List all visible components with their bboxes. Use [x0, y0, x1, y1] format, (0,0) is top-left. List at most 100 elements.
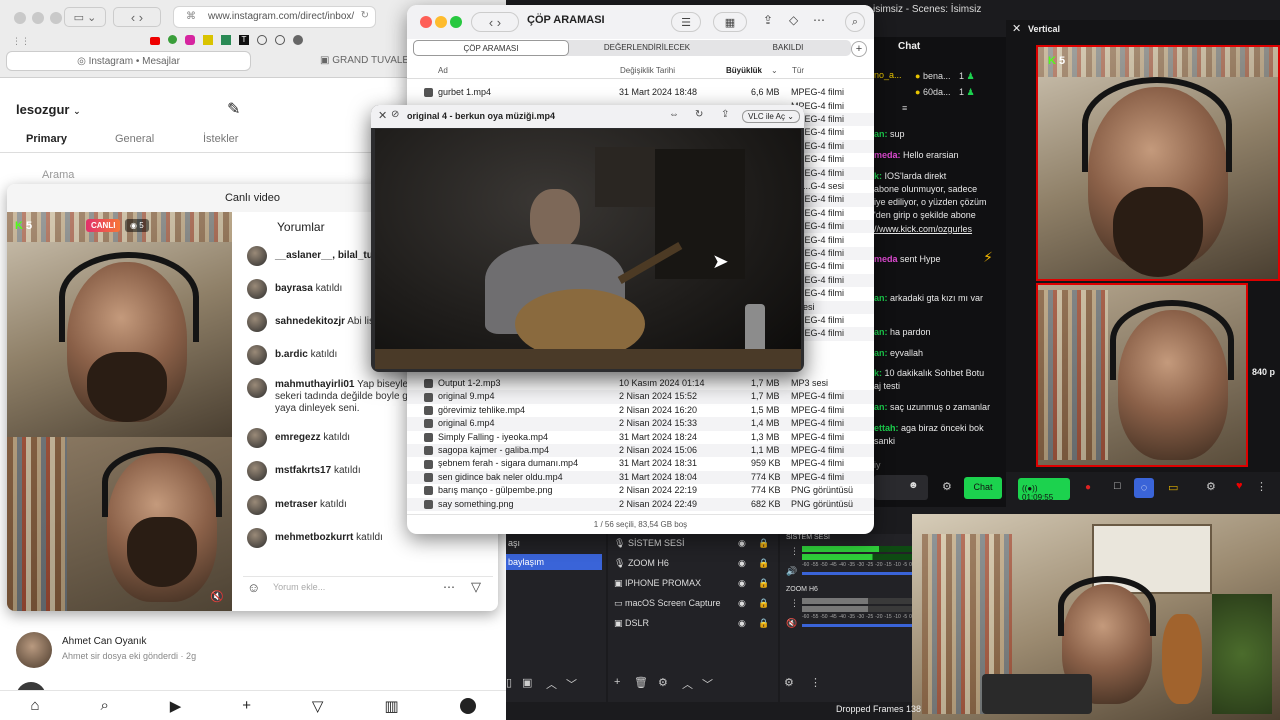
source-item[interactable]: ▭ macOS Screen Capture ◉ 🔒 — [614, 598, 774, 609]
col-name-header[interactable]: Ad — [438, 66, 448, 75]
lock-icon[interactable]: 🔒 — [758, 578, 769, 589]
record-icon[interactable]: ● — [1085, 482, 1091, 493]
drop-favicon-icon[interactable] — [168, 35, 177, 44]
emoji-icon[interactable]: ☺ — [247, 580, 260, 595]
create-icon[interactable]: + — [242, 697, 251, 714]
chat-msg-user[interactable]: k: — [874, 171, 882, 181]
stop-icon[interactable]: □ — [1114, 480, 1121, 492]
source-item[interactable]: 🎙 SİSTEM SESİ ◉ 🔒 — [614, 538, 774, 549]
zoom-window-button[interactable] — [50, 12, 62, 24]
avatar[interactable] — [247, 428, 267, 448]
chat-msg-user[interactable]: an: — [874, 402, 888, 412]
grid-apps-icon[interactable]: ⋮⋮ — [12, 36, 30, 47]
move-up-icon[interactable]: ︿ — [546, 676, 557, 692]
instagram-favicon-icon[interactable] — [185, 35, 195, 45]
muted-speaker-icon[interactable]: 🔇 — [786, 618, 797, 629]
avatar[interactable] — [247, 246, 267, 266]
extension-favicon-icon[interactable] — [293, 35, 303, 45]
address-bar[interactable]: ⌘ www.instagram.com/direct/inbox/ ↻ — [173, 6, 376, 28]
col-kind-header[interactable]: Tür — [792, 66, 804, 75]
new-message-icon[interactable]: ✎ — [227, 99, 240, 119]
file-row[interactable]: say something.png 2 Nisan 2024 22:49 682 K… — [407, 497, 874, 511]
send-icon[interactable]: ▽ — [471, 579, 481, 595]
chat-link[interactable]: //www.kick.com/ozgurles — [874, 224, 972, 234]
lock-icon[interactable]: 🔒 — [758, 618, 769, 629]
minimize-window-button[interactable] — [32, 12, 44, 24]
lock-icon[interactable]: 🔒 — [758, 538, 769, 549]
close-window-button[interactable] — [14, 12, 26, 24]
eye-icon[interactable]: ◉ — [738, 558, 746, 569]
avatar[interactable] — [247, 461, 267, 481]
chat-input[interactable]: ☻ — [874, 475, 928, 500]
open-with-vlc-button[interactable]: VLC ile Aç ⌄ — [742, 110, 800, 123]
video-frame[interactable]: ➤ — [375, 129, 801, 369]
search-icon[interactable]: ⌕ — [100, 697, 108, 714]
chat-msg-user[interactable]: an: — [874, 293, 888, 303]
tab-general[interactable]: General — [115, 133, 154, 145]
group-icon[interactable]: ▦ — [713, 12, 747, 32]
comment-user[interactable]: emregezz — [275, 432, 321, 443]
pause-icon[interactable]: ⊘ — [391, 109, 399, 120]
comment-user[interactable]: mehmetbozkurrt — [275, 532, 353, 543]
tab-instagram[interactable]: ◎ Instagram • Mesajlar — [6, 51, 251, 71]
scene-item-selected[interactable]: baylaşım — [506, 554, 602, 570]
site-settings-icon[interactable]: ⌘ — [186, 11, 196, 22]
avatar[interactable] — [247, 495, 267, 515]
eye-icon[interactable]: ◉ — [738, 578, 746, 589]
profile-avatar-icon[interactable] — [459, 697, 476, 714]
source-item[interactable]: 🎙 ZOOM H6 ◉ 🔒 — [614, 558, 774, 569]
file-row[interactable]: Simply Falling - iyeoka.mp4 31 Mart 2024 … — [407, 431, 874, 444]
more-options-icon[interactable]: ⋯ — [443, 580, 455, 594]
file-row[interactable]: Output 1-2.mp3 10 Kasım 2024 01:14 1,7 MB M… — [407, 377, 874, 390]
close-icon[interactable]: ✕ — [1012, 22, 1021, 35]
chat-msg-user[interactable]: meda: — [874, 150, 901, 160]
t-favicon-icon[interactable]: T — [239, 35, 249, 45]
list-view-icon[interactable]: ☰ — [671, 12, 701, 32]
eye-icon[interactable]: ◉ — [738, 598, 746, 609]
zoom-window-button[interactable] — [450, 16, 462, 28]
lock-icon[interactable]: 🔒 — [758, 598, 769, 609]
chat-send-button[interactable]: Chat — [964, 477, 1002, 499]
share-icon[interactable]: ⇪ — [721, 109, 729, 120]
col-size-header[interactable]: Büyüklük — [726, 66, 762, 75]
delete-icon[interactable]: 🗑 — [634, 676, 648, 689]
reels-icon[interactable]: ▶ — [170, 697, 182, 715]
comment-user[interactable]: bayrasa — [275, 283, 313, 294]
gear-icon[interactable]: ⚙ — [658, 676, 668, 689]
tab-requests[interactable]: İstekler — [203, 133, 238, 145]
avatar[interactable] — [16, 632, 52, 668]
move-up-icon[interactable]: ︿ — [682, 676, 693, 692]
reload-icon[interactable]: ↻ — [361, 10, 369, 21]
chat-msg-user[interactable]: an: — [874, 129, 888, 139]
chat-msg-user[interactable]: ettah: — [874, 423, 899, 433]
drag-handle-icon[interactable]: ≡ — [902, 103, 907, 113]
more-icon[interactable]: ⋮ — [790, 598, 799, 609]
chat-msg-user[interactable]: an: — [874, 348, 888, 358]
avatar[interactable] — [247, 378, 267, 398]
globe-favicon-icon[interactable] — [257, 35, 267, 45]
more-icon[interactable]: ⋮ — [1256, 480, 1267, 493]
instagram-username-switcher[interactable]: lesozgur ⌄ — [16, 102, 81, 117]
replay-icon[interactable]: ◌ — [1134, 478, 1154, 498]
search-icon[interactable]: ⌕ — [845, 12, 865, 32]
comment-user[interactable]: sahnedekitozjr — [275, 316, 345, 327]
layout-icon[interactable]: ▭ — [1168, 481, 1178, 494]
move-down-icon[interactable]: ﹀ — [702, 676, 713, 692]
chat-msg-user[interactable]: meda — [874, 254, 898, 264]
scene-filter-icon[interactable]: ▣ — [522, 676, 532, 689]
filter-icon[interactable]: ▯ — [506, 676, 512, 689]
comment-user[interactable]: __aslaner__, bilal_tur — [275, 250, 377, 261]
more-options-icon[interactable]: ⋯ — [813, 13, 825, 27]
back-forward-icon[interactable]: ‹ › — [471, 12, 519, 32]
avatar[interactable] — [247, 528, 267, 548]
sidebar-toggle-icon[interactable]: ▭ ⌄ — [64, 7, 106, 27]
new-tab-icon[interactable]: + — [851, 41, 867, 57]
chat-user[interactable]: ● bena... 1 ♟ — [915, 68, 975, 84]
comment-user[interactable]: mstfakrts17 — [275, 465, 331, 476]
chat-user[interactable]: ● 60da... 1 ♟ — [915, 84, 975, 100]
avatar[interactable] — [247, 279, 267, 299]
dm-name[interactable]: Ahmet Can Oyanık — [62, 636, 146, 647]
file-row[interactable]: görevimiz tehlike.mp4 2 Nisan 2024 16:20 1… — [407, 404, 874, 417]
emoji-icon[interactable]: ☻ — [908, 480, 919, 491]
globe2-favicon-icon[interactable] — [275, 35, 285, 45]
